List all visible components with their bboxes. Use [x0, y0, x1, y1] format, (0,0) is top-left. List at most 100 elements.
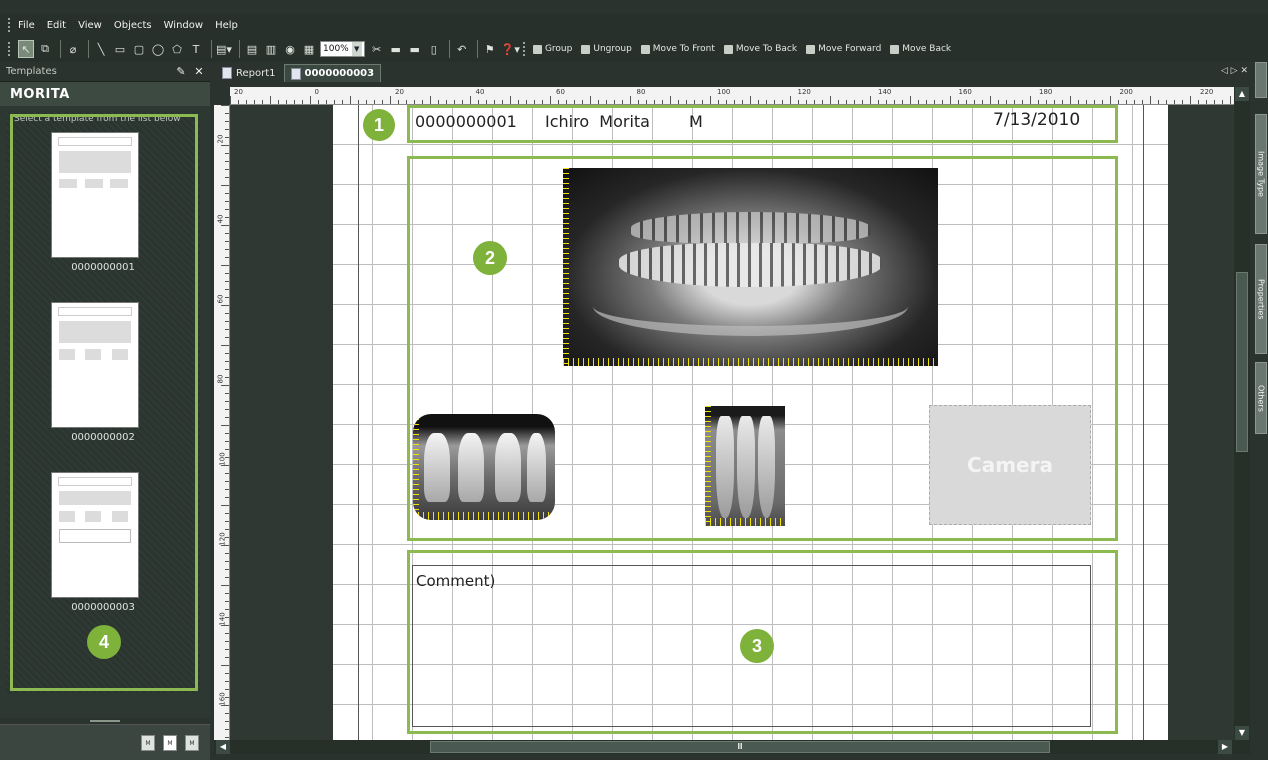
ruler-tick — [846, 100, 847, 104]
vertical-scrollbar[interactable]: ▲ ▼ — [1234, 87, 1250, 740]
ruler-tick — [225, 657, 229, 658]
ruler-tick — [358, 100, 359, 104]
tab-close-icon[interactable]: ✕ — [1240, 66, 1248, 76]
ruler-tick — [534, 100, 535, 104]
ruler-tick — [806, 100, 807, 104]
ruler-tick — [1046, 100, 1047, 104]
ruler-tick — [221, 345, 229, 346]
menu-objects[interactable]: Objects — [114, 20, 152, 31]
scroll-thumb[interactable] — [1236, 272, 1248, 452]
ruler-tick — [886, 100, 887, 104]
polygon-tool-icon[interactable]: ⬠ — [169, 40, 185, 58]
menu-file[interactable]: File — [18, 20, 35, 31]
delete-icon[interactable]: ▯ — [426, 40, 442, 58]
ungroup-button[interactable]: Ungroup — [581, 44, 632, 54]
text-tool-icon[interactable]: T — [188, 40, 204, 58]
eraser-tool-icon[interactable]: ⌀ — [65, 40, 81, 58]
menu-window[interactable]: Window — [164, 20, 203, 31]
ruler-tick — [254, 100, 255, 104]
ruler-tick — [1142, 100, 1143, 104]
scroll-up-icon[interactable]: ▲ — [1235, 87, 1249, 101]
menu-edit[interactable]: Edit — [47, 20, 66, 31]
ruler-tick — [294, 100, 295, 104]
ruler-tick — [1022, 100, 1023, 104]
undo-icon[interactable]: ↶ — [454, 40, 470, 58]
ruler-tick — [1166, 100, 1167, 104]
preview-icon[interactable]: ◉ — [282, 40, 298, 58]
scroll-right-icon[interactable]: ▶ — [1218, 740, 1232, 754]
rounded-rect-tool-icon[interactable]: ▢ — [131, 40, 147, 58]
toolbar: ↖ ⧉ ⌀ ╲ ▭ ▢ ◯ ⬠ T ▤▾ ▤ ▥ ◉ ▦ 100% ▼ ✂ ▬ ▬… — [0, 36, 1268, 62]
image-tool-icon[interactable]: ⧉ — [37, 40, 53, 58]
dock-tab-top[interactable] — [1255, 62, 1267, 98]
view-mode-medium-icon[interactable]: M — [163, 735, 177, 751]
ruler-label: 220 — [1200, 88, 1214, 96]
ruler-tick — [430, 96, 431, 104]
ruler-tick — [225, 361, 229, 362]
ruler-tick — [350, 96, 351, 104]
ruler-tick — [221, 585, 229, 586]
ruler-tick — [1174, 100, 1175, 104]
scroll-down-icon[interactable]: ▼ — [1235, 726, 1249, 740]
tab-nav-controls: ◁ ▷ ✕ — [1221, 66, 1248, 76]
line-tool-icon[interactable]: ╲ — [93, 40, 109, 58]
ruler-tick — [1150, 96, 1151, 104]
dock-tab-others[interactable]: Others — [1255, 362, 1267, 434]
document-tabs: Report1 0000000003 — [210, 62, 1254, 82]
print-icon[interactable]: ▦ — [301, 40, 317, 58]
move-back-icon — [890, 44, 900, 54]
ruler-tick — [225, 713, 229, 714]
properties-icon[interactable]: ⚑ — [482, 40, 498, 58]
zoom-select[interactable]: 100% ▼ — [320, 41, 365, 57]
field-tool-icon[interactable]: ▤▾ — [216, 40, 232, 58]
view-mode-small-icon[interactable]: M — [141, 735, 155, 751]
view-mode-large-icon[interactable]: M — [185, 735, 199, 751]
ruler-tick — [221, 505, 229, 506]
open-icon[interactable]: ▥ — [263, 40, 279, 58]
move-back-button[interactable]: Move Back — [890, 44, 951, 54]
horizontal-scrollbar[interactable]: ◀ Ⅲ ▶ — [214, 740, 1250, 754]
move-forward-button[interactable]: Move Forward — [806, 44, 881, 54]
tab-prev-icon[interactable]: ◁ — [1221, 66, 1228, 76]
ruler-tick — [1094, 100, 1095, 104]
margin-guide — [1143, 105, 1144, 740]
ruler-tick — [710, 96, 711, 104]
ruler-tick — [1038, 100, 1039, 104]
menu-grip — [8, 18, 12, 32]
rectangle-tool-icon[interactable]: ▭ — [112, 40, 128, 58]
pin-icon[interactable]: ✎ — [174, 65, 188, 79]
tab-report1[interactable]: Report1 — [216, 64, 282, 82]
close-icon[interactable]: ✕ — [192, 65, 206, 79]
move-to-back-button[interactable]: Move To Back — [723, 44, 797, 54]
select-tool-icon[interactable]: ↖ — [18, 40, 34, 58]
toolbar-grip — [8, 42, 12, 56]
copy-icon[interactable]: ▬ — [388, 40, 404, 58]
cut-icon[interactable]: ✂ — [369, 40, 385, 58]
ruler-tick — [878, 100, 879, 104]
ruler-tick — [225, 353, 229, 354]
menu-view[interactable]: View — [78, 20, 102, 31]
move-to-front-button[interactable]: Move To Front — [640, 44, 715, 54]
tab-next-icon[interactable]: ▷ — [1231, 66, 1238, 76]
dock-tab-image-type[interactable]: Image Type — [1255, 114, 1267, 234]
callout-badge-4: 4 — [87, 625, 121, 659]
ruler-tick — [225, 561, 229, 562]
scroll-thumb[interactable]: Ⅲ — [430, 741, 1050, 753]
dock-tab-properties[interactable]: Properties — [1255, 244, 1267, 354]
help-icon[interactable]: ❓▾ — [501, 40, 520, 58]
ruler-tick — [221, 105, 229, 106]
menu-help[interactable]: Help — [215, 20, 238, 31]
group-button[interactable]: Group — [532, 44, 572, 54]
ellipse-tool-icon[interactable]: ◯ — [150, 40, 166, 58]
ruler-tick — [225, 273, 229, 274]
scroll-left-icon[interactable]: ◀ — [216, 740, 230, 754]
paste-icon[interactable]: ▬ — [407, 40, 423, 58]
ruler-tick — [225, 337, 229, 338]
new-page-icon[interactable]: ▤ — [244, 40, 260, 58]
ruler-tick — [225, 609, 229, 610]
ruler-tick — [862, 100, 863, 104]
ruler-tick — [1118, 100, 1119, 104]
ruler-tick — [422, 100, 423, 104]
tab-0000000003[interactable]: 0000000003 — [283, 64, 382, 82]
ruler-tick — [766, 100, 767, 104]
